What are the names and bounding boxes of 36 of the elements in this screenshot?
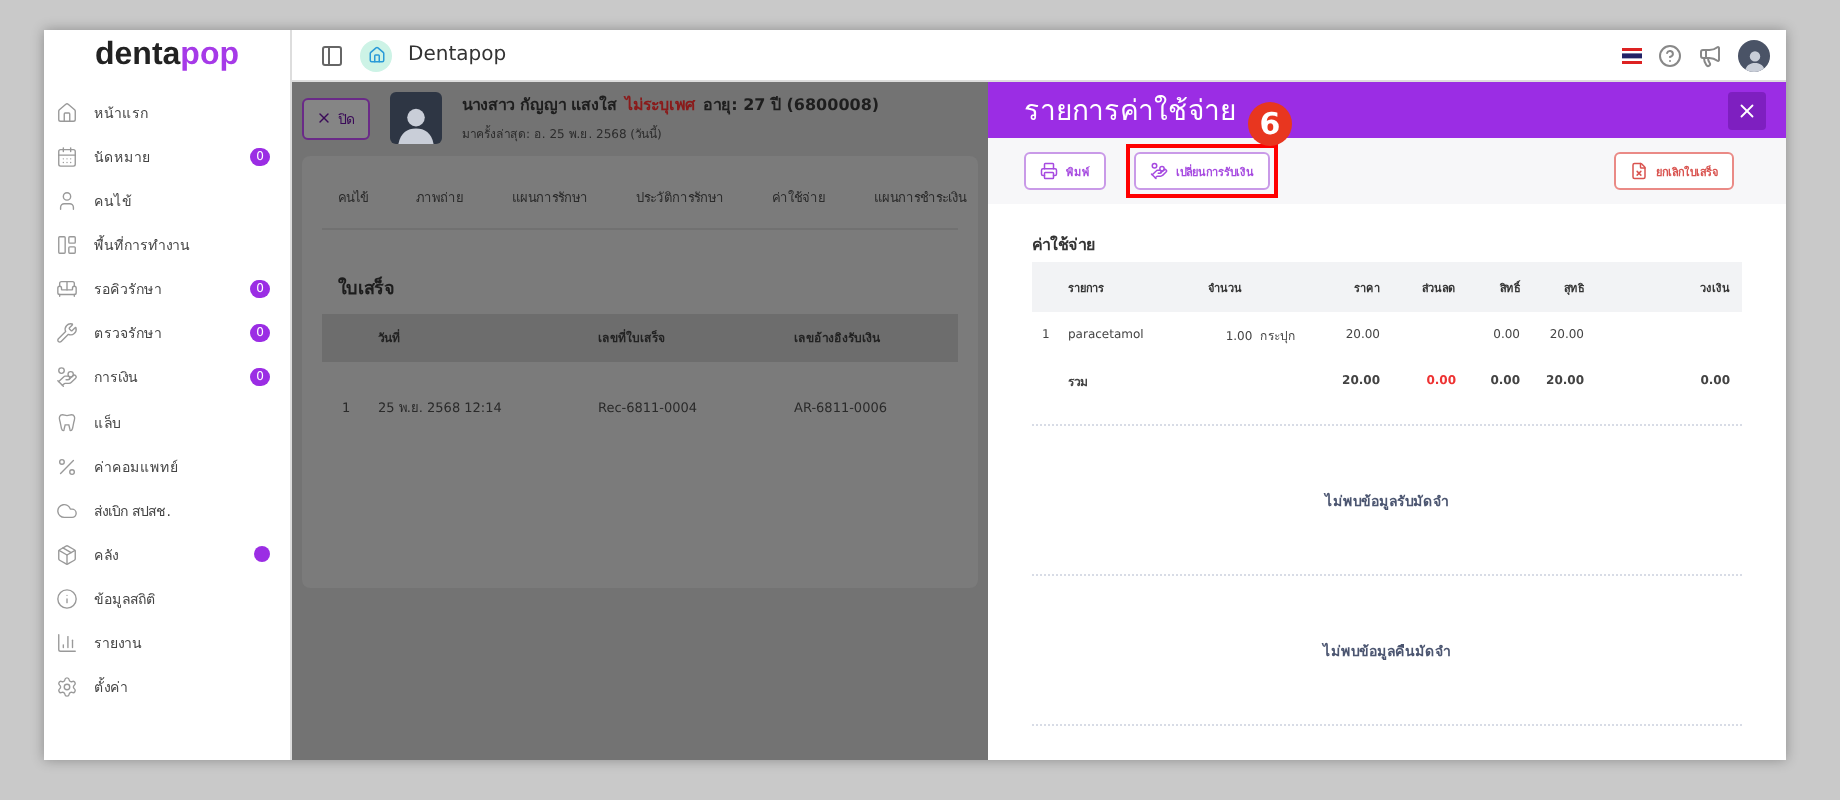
info-icon <box>56 587 78 610</box>
settings-icon <box>56 676 78 699</box>
patient-gender: ไม่ระบุเพศ <box>625 93 696 118</box>
percent-icon <box>56 455 78 478</box>
box-icon <box>56 543 78 566</box>
close-button[interactable] <box>1728 91 1766 129</box>
home-icon <box>56 101 78 124</box>
clinic-name: Dentapop <box>408 44 509 66</box>
section-title: ใบเสร็จ <box>338 274 396 302</box>
flag-icon[interactable] <box>1622 47 1642 63</box>
hand-coin-icon <box>56 366 78 389</box>
sidebar-toggle-icon[interactable] <box>320 43 344 67</box>
patient-age: อายุ: 27 ปี (6800008) <box>703 94 880 118</box>
printer-icon <box>1040 162 1058 180</box>
tools-icon <box>56 322 78 345</box>
patient-avatar <box>390 92 442 144</box>
clinic-home-icon <box>360 39 392 71</box>
file-cancel-icon <box>1630 162 1648 180</box>
cloud-icon <box>56 499 78 522</box>
sofa-icon <box>56 278 78 301</box>
drawer-title: รายการค่าใช้จ่าย <box>1024 93 1236 132</box>
user-icon <box>56 190 78 213</box>
close-icon <box>316 110 332 126</box>
calendar-icon <box>56 145 78 168</box>
patient-name: นางสาว กัญญา แสงใส <box>462 93 618 118</box>
dentapop-logo: dentapop <box>93 36 241 76</box>
user-avatar[interactable] <box>1738 39 1770 71</box>
hand-coin-icon <box>1150 162 1168 180</box>
bar-chart-icon <box>56 632 78 655</box>
megaphone-icon[interactable] <box>1698 43 1722 67</box>
help-icon[interactable] <box>1658 43 1682 67</box>
close-icon <box>1736 99 1758 121</box>
tooth-icon <box>56 411 78 434</box>
layout-icon <box>56 234 78 257</box>
section-title: ค่าใช้จ่าย <box>1032 233 1098 258</box>
step-marker: 6 <box>1248 102 1292 146</box>
